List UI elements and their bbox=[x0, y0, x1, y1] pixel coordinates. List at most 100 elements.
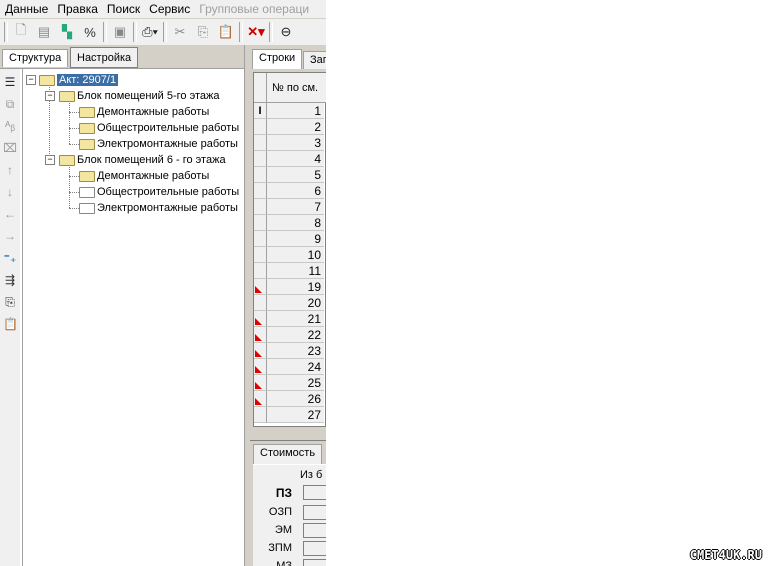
group-icon[interactable]: ⧉ bbox=[3, 97, 17, 111]
paste-icon[interactable]: 📋 bbox=[216, 22, 236, 42]
collapse-toggle[interactable]: − bbox=[26, 75, 36, 85]
properties-icon[interactable]: ☰ bbox=[3, 75, 17, 89]
row-indicator[interactable] bbox=[254, 183, 267, 199]
table-row[interactable]: 23 bbox=[254, 343, 326, 359]
tree-node-section[interactable]: Электромонтажные работы bbox=[79, 136, 238, 152]
row-indicator[interactable] bbox=[254, 343, 267, 359]
table-row[interactable]: 22 bbox=[254, 327, 326, 343]
table-row[interactable]: 3 bbox=[254, 135, 326, 151]
save-icon[interactable]: ▣ bbox=[110, 22, 130, 42]
table-row[interactable]: 25 bbox=[254, 375, 326, 391]
row-indicator[interactable] bbox=[254, 199, 267, 215]
tab-structure[interactable]: Структура bbox=[2, 49, 69, 67]
row-indicator[interactable] bbox=[254, 231, 267, 247]
tree-node-block[interactable]: Блок помещений 5-го этажа bbox=[59, 88, 219, 104]
collapse-toggle[interactable]: − bbox=[45, 91, 55, 101]
row-indicator[interactable] bbox=[254, 263, 267, 279]
delete-icon[interactable]: ✕▾ bbox=[246, 22, 266, 42]
table-row[interactable]: 26 bbox=[254, 391, 326, 407]
row-number-cell[interactable]: 10 bbox=[267, 247, 324, 263]
copy-node-icon[interactable]: ⎘ bbox=[3, 295, 17, 309]
menu-search[interactable]: Поиск bbox=[102, 0, 144, 18]
value-mz[interactable] bbox=[303, 559, 326, 566]
transfer-icon[interactable]: ⇶ bbox=[3, 273, 17, 287]
table-row[interactable]: I1 bbox=[254, 103, 326, 119]
add-node-icon[interactable]: ⁼₊ bbox=[3, 251, 17, 265]
row-indicator[interactable] bbox=[254, 391, 267, 407]
table-row[interactable]: 5 bbox=[254, 167, 326, 183]
tree-node-section[interactable]: Демонтажные работы bbox=[79, 104, 209, 120]
tree-structure-icon[interactable]: ▚ bbox=[57, 22, 77, 42]
row-number-cell[interactable]: 20 bbox=[267, 295, 324, 311]
row-number-cell[interactable]: 11 bbox=[267, 263, 324, 279]
table-row[interactable]: 19 bbox=[254, 279, 326, 295]
tab-settings[interactable]: Настройка bbox=[70, 47, 139, 68]
value-em[interactable] bbox=[303, 523, 326, 538]
open-icon[interactable]: ▤ bbox=[34, 22, 54, 42]
cut-icon[interactable]: ✂ bbox=[170, 22, 190, 42]
row-number-cell[interactable]: 19 bbox=[267, 279, 324, 295]
menu-service[interactable]: Сервис bbox=[144, 0, 194, 18]
row-number-cell[interactable]: 8 bbox=[267, 215, 324, 231]
tree-node-block[interactable]: Блок помещений 6 - го этажа bbox=[59, 152, 226, 168]
percent-icon[interactable]: % bbox=[80, 22, 100, 42]
table-row[interactable]: 20 bbox=[254, 295, 326, 311]
row-indicator[interactable] bbox=[254, 407, 267, 423]
value-zpm[interactable] bbox=[303, 541, 326, 556]
rename-icon[interactable]: ᴬᵦ bbox=[3, 119, 17, 133]
collapse-toggle[interactable]: − bbox=[45, 155, 55, 165]
row-indicator[interactable]: I bbox=[254, 103, 267, 119]
new-doc-icon[interactable]: 🗋 bbox=[11, 22, 31, 42]
row-indicator[interactable] bbox=[254, 135, 267, 151]
table-row[interactable]: 6 bbox=[254, 183, 326, 199]
menu-data[interactable]: Данные bbox=[0, 0, 52, 18]
menu-group-ops[interactable]: Групповые операци bbox=[194, 0, 313, 18]
row-indicator[interactable] bbox=[254, 359, 267, 375]
row-number-cell[interactable]: 22 bbox=[267, 327, 324, 343]
table-row[interactable]: 7 bbox=[254, 199, 326, 215]
table-row[interactable]: 21 bbox=[254, 311, 326, 327]
paste-node-icon[interactable]: 📋 bbox=[3, 317, 18, 331]
menu-edit[interactable]: Правка bbox=[52, 0, 102, 18]
table-row[interactable]: 2 bbox=[254, 119, 326, 135]
row-indicator[interactable] bbox=[254, 279, 267, 295]
table-row[interactable]: 11 bbox=[254, 263, 326, 279]
row-indicator[interactable] bbox=[254, 327, 267, 343]
move-down-icon[interactable]: ↓ bbox=[3, 185, 17, 199]
row-indicator[interactable] bbox=[254, 167, 267, 183]
row-number-cell[interactable]: 7 bbox=[267, 199, 324, 215]
table-row[interactable]: 9 bbox=[254, 231, 326, 247]
row-number-cell[interactable]: 23 bbox=[267, 343, 324, 359]
row-number-cell[interactable]: 4 bbox=[267, 151, 324, 167]
tree-node-root[interactable]: Акт: 2907/1 bbox=[39, 72, 119, 88]
row-number-cell[interactable]: 1 bbox=[267, 103, 324, 119]
column-header-number[interactable]: № по см. bbox=[267, 73, 326, 103]
row-number-cell[interactable]: 6 bbox=[267, 183, 324, 199]
table-row[interactable]: 24 bbox=[254, 359, 326, 375]
print-icon[interactable]: ⎙▾ bbox=[140, 22, 160, 42]
table-row[interactable]: 10 bbox=[254, 247, 326, 263]
table-row[interactable]: 4 bbox=[254, 151, 326, 167]
move-up-icon[interactable]: ↑ bbox=[3, 163, 17, 177]
row-number-cell[interactable]: 26 bbox=[267, 391, 324, 407]
row-number-cell[interactable]: 5 bbox=[267, 167, 324, 183]
row-indicator[interactable] bbox=[254, 247, 267, 263]
copy-icon[interactable]: ⎘ bbox=[193, 22, 213, 42]
move-left-icon[interactable]: ← bbox=[3, 207, 17, 221]
table-row[interactable]: 27 bbox=[254, 407, 326, 423]
tree-node-section[interactable]: Общестроительные работы bbox=[79, 120, 239, 136]
tree-node-section[interactable]: Демонтажные работы bbox=[79, 168, 209, 184]
value-pz[interactable] bbox=[303, 485, 326, 500]
row-indicator[interactable] bbox=[254, 215, 267, 231]
move-right-icon[interactable]: → bbox=[3, 229, 17, 243]
link-icon[interactable]: ⊖ bbox=[276, 22, 296, 42]
row-indicator[interactable] bbox=[254, 295, 267, 311]
row-number-cell[interactable]: 25 bbox=[267, 375, 324, 391]
row-indicator[interactable] bbox=[254, 119, 267, 135]
tree-node-section[interactable]: Общестроительные работы bbox=[79, 184, 239, 200]
value-ozp[interactable] bbox=[303, 505, 326, 520]
row-number-cell[interactable]: 3 bbox=[267, 135, 324, 151]
tab-cost[interactable]: Стоимость bbox=[253, 444, 323, 464]
row-number-cell[interactable]: 24 bbox=[267, 359, 324, 375]
tab-rows[interactable]: Строки bbox=[252, 49, 303, 69]
